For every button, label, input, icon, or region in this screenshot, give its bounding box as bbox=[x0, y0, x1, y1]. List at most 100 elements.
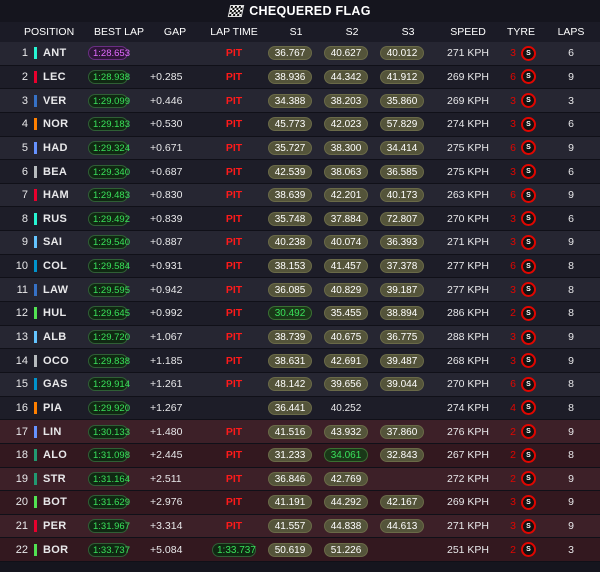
table-row[interactable]: 18 ALO 1:31.098 +2.445 PIT 31.233 34.061 32.843… bbox=[0, 443, 600, 468]
pit-status: PIT bbox=[225, 354, 243, 367]
s1-cell: 38.639 bbox=[268, 188, 324, 203]
soft-tyre-icon: S bbox=[521, 234, 536, 250]
table-row[interactable]: 3 VER 1:29.099 +0.446 PIT 34.388 38.203 35.860 2… bbox=[0, 89, 600, 113]
driver-code: PIA bbox=[43, 401, 63, 414]
table-row[interactable]: 11 LAW 1:29.595 +0.942 PIT 36.085 40.829 39.187… bbox=[0, 278, 600, 303]
laps-count: 8 bbox=[568, 260, 574, 273]
gap-cell: +1.185 bbox=[150, 355, 200, 367]
s2-cell: 38.203 bbox=[324, 93, 380, 108]
s2-time: 40.627 bbox=[324, 46, 368, 61]
table-row[interactable]: 7 HAM 1:29.483 +0.830 PIT 38.639 42.201 40.173 2… bbox=[0, 183, 600, 208]
header-position: POSITION bbox=[24, 26, 75, 38]
s1-cell: 38.936 bbox=[268, 69, 324, 84]
driver-code: PER bbox=[43, 520, 67, 533]
soft-tyre-icon: S bbox=[521, 116, 536, 132]
table-row[interactable]: 15 GAS 1:29.914 +1.261 PIT 48.142 39.656 39.044… bbox=[0, 372, 600, 397]
s1-time: 41.191 bbox=[268, 495, 312, 510]
best-lap-cell: 1:29.920 bbox=[88, 400, 150, 415]
s2-cell: 39.656 bbox=[324, 377, 380, 392]
s1-time: 36.767 bbox=[268, 46, 312, 61]
table-row[interactable]: 6 BEA 1:29.340 +0.687 PIT 42.539 38.063 36.585 2… bbox=[0, 160, 600, 184]
laps-cell: 8 bbox=[542, 402, 600, 414]
table-row[interactable]: 20 BOT 1:31.629 +2.976 PIT 41.191 44.292 42.167… bbox=[0, 491, 600, 515]
tyre-cell: 3S bbox=[500, 116, 542, 132]
soft-tyre-icon: S bbox=[521, 376, 536, 392]
s3-cell: 39.487 bbox=[380, 353, 436, 368]
lap-time-cell: PIT bbox=[200, 118, 268, 130]
gap-cell: +0.942 bbox=[150, 284, 200, 296]
s2-cell: 38.063 bbox=[324, 164, 380, 179]
s2-time: 43.932 bbox=[324, 424, 368, 439]
pit-status: PIT bbox=[225, 307, 243, 320]
s3-time: 72.807 bbox=[380, 211, 424, 226]
driver-code: BOR bbox=[43, 543, 69, 556]
pit-status: PIT bbox=[225, 118, 243, 131]
driver-code: LEC bbox=[43, 70, 66, 83]
table-row[interactable]: 9 SAI 1:29.540 +0.887 PIT 40.238 40.074 36.393 2… bbox=[0, 231, 600, 255]
table-row[interactable]: 12 HUL 1:29.645 +0.992 PIT 30.492 35.455 38.894… bbox=[0, 302, 600, 326]
driver-code: HAD bbox=[43, 141, 68, 154]
best-lap-time: 1:31.629 bbox=[88, 495, 130, 510]
speed-cell: 274 KPH bbox=[436, 118, 500, 130]
s3-time: 39.187 bbox=[380, 282, 424, 297]
gap-value: +0.931 bbox=[150, 260, 183, 273]
soft-tyre-icon: S bbox=[521, 329, 536, 345]
s2-time: 42.201 bbox=[324, 188, 368, 203]
s2-cell: 42.691 bbox=[324, 353, 380, 368]
gap-value: +0.992 bbox=[150, 307, 183, 320]
speed-value: 268 KPH bbox=[446, 354, 490, 367]
s1-time: 35.727 bbox=[268, 140, 312, 155]
s3-time: 41.912 bbox=[380, 69, 424, 84]
s3-cell: 36.775 bbox=[380, 330, 436, 344]
table-row[interactable]: 4 NOR 1:29.183 +0.530 PIT 45.773 42.023 57.829 2… bbox=[0, 112, 600, 137]
best-lap-time: 1:33.737 bbox=[88, 542, 130, 557]
pit-status: PIT bbox=[225, 94, 243, 107]
table-row[interactable]: 22 BOR 1:33.737 +5.084 1:33.737 50.619 51.226 2… bbox=[0, 538, 600, 563]
best-lap-cell: 1:29.324 bbox=[88, 140, 150, 155]
best-lap-cell: 1:29.914 bbox=[88, 377, 150, 392]
team-color-bar bbox=[34, 47, 37, 60]
table-row[interactable]: 2 LEC 1:28.938 +0.285 PIT 38.936 44.342 41.912 2… bbox=[0, 65, 600, 90]
laps-cell: 9 bbox=[542, 142, 600, 154]
position-number: 12 bbox=[15, 307, 28, 320]
s1-time: 31.233 bbox=[268, 448, 312, 463]
best-lap-time: 1:30.133 bbox=[88, 424, 130, 439]
lap-time-cell: PIT bbox=[200, 213, 268, 225]
gap-value: +2.976 bbox=[150, 496, 183, 509]
s2-time: 34.061 bbox=[324, 448, 368, 463]
laps-count: 8 bbox=[568, 378, 574, 391]
gap-value: +0.446 bbox=[150, 94, 183, 107]
s2-time: 42.023 bbox=[324, 117, 368, 132]
table-row[interactable]: 17 LIN 1:30.133 +1.480 PIT 41.516 43.932 37.860… bbox=[0, 420, 600, 444]
s3-cell: 72.807 bbox=[380, 211, 436, 226]
laps-cell: 8 bbox=[542, 378, 600, 390]
table-row[interactable]: 10 COL 1:29.584 +0.931 PIT 38.153 41.457 37.378… bbox=[0, 254, 600, 279]
laps-cell: 6 bbox=[542, 118, 600, 130]
s1-cell: 45.773 bbox=[268, 117, 324, 132]
table-row[interactable]: 5 HAD 1:29.324 +0.671 PIT 35.727 38.300 34.414 2… bbox=[0, 136, 600, 161]
tyre-cell: 6S bbox=[500, 258, 542, 274]
table-row[interactable]: 8 RUS 1:29.492 +0.839 PIT 35.748 37.884 72.807 2… bbox=[0, 207, 600, 232]
position-cell: 16 PIA bbox=[0, 401, 88, 414]
gap-cell: +0.530 bbox=[150, 118, 200, 130]
s2-time: 35.455 bbox=[324, 306, 368, 321]
table-row[interactable]: 1 ANT 1:28.653 PIT 36.767 40.627 40.012 271 KPH… bbox=[0, 42, 600, 66]
table-row[interactable]: 16 PIA 1:29.920 +1.267 36.441 40.252 274 KPH 4 S… bbox=[0, 396, 600, 421]
s2-cell: 42.023 bbox=[324, 117, 380, 132]
table-row[interactable]: 19 STR 1:31.164 +2.511 PIT 36.846 42.769 272 KP… bbox=[0, 467, 600, 492]
soft-tyre-icon: S bbox=[521, 471, 536, 487]
tyre-age: 6 bbox=[510, 141, 516, 154]
s3-time: 36.585 bbox=[380, 164, 424, 179]
pit-status: PIT bbox=[225, 472, 243, 485]
best-lap-time: 1:28.653 bbox=[88, 46, 130, 61]
table-row[interactable]: 13 ALB 1:29.720 +1.067 PIT 38.739 40.675 36.775… bbox=[0, 325, 600, 350]
s1-cell: 42.539 bbox=[268, 164, 324, 179]
s2-cell: 42.201 bbox=[324, 188, 380, 203]
table-row[interactable]: 21 PER 1:31.967 +3.314 PIT 41.557 44.838 44.613… bbox=[0, 514, 600, 539]
s1-cell: 41.191 bbox=[268, 495, 324, 510]
speed-cell: 275 KPH bbox=[436, 142, 500, 154]
s2-time: 40.074 bbox=[324, 235, 368, 250]
pit-status: PIT bbox=[225, 189, 243, 202]
lap-time-cell: PIT bbox=[200, 449, 268, 461]
table-row[interactable]: 14 OCO 1:29.838 +1.185 PIT 38.631 42.691 39.487… bbox=[0, 349, 600, 373]
